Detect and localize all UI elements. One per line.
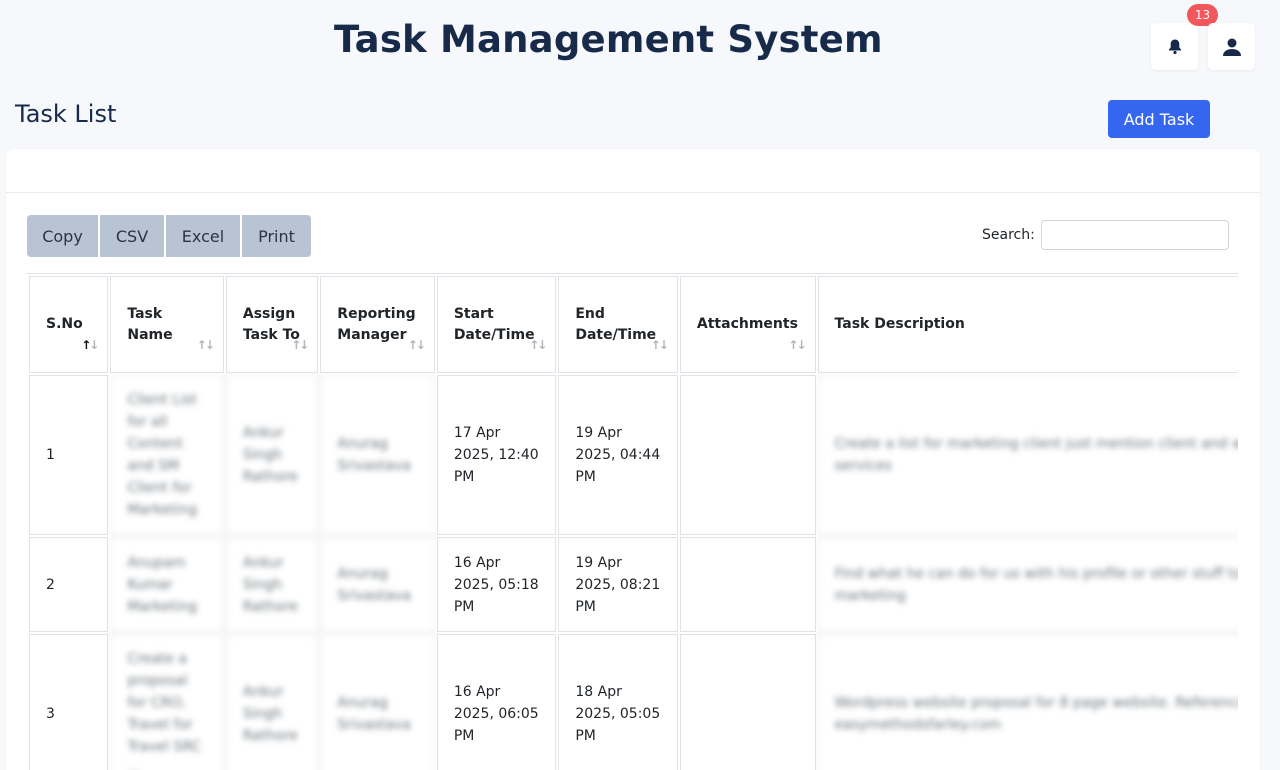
column-header-assign-to[interactable]: Assign Task To ↑↓: [225, 276, 319, 373]
cell-manager: Anurag Srivastava: [320, 537, 435, 632]
column-label: End Date/Time: [575, 305, 657, 343]
cell-sno: 1: [29, 375, 109, 535]
table-header-row: S.No ↑↓ Task Name ↑↓ Assign Task To ↑↓ R…: [29, 276, 1238, 373]
cell-sno: 2: [29, 537, 109, 632]
column-header-description[interactable]: Task Description: [817, 276, 1238, 373]
cell-start: 17 Apr 2025, 12:40 PM: [436, 375, 557, 535]
table-row[interactable]: 3 Create a proposal for CRO, Travel for …: [29, 634, 1238, 770]
search-area: Search:: [982, 220, 1229, 250]
add-task-button[interactable]: Add Task: [1108, 100, 1210, 138]
column-header-attachments[interactable]: Attachments ↑↓: [679, 276, 816, 373]
cell-attachments: [679, 375, 816, 535]
cell-assign-to: Ankur Singh Rathore: [225, 537, 319, 632]
bell-icon: [1168, 39, 1181, 55]
app-root: Task Management System 1 3 Task List Add …: [0, 0, 1280, 770]
cell-start: 16 Apr 2025, 06:05 PM: [436, 634, 557, 770]
cell-assign-to: Ankur Singh Rathore: [225, 634, 319, 770]
column-label: Start Date/Time: [453, 305, 535, 343]
sort-icon[interactable]: ↑↓: [788, 335, 806, 356]
column-label: S.No: [46, 316, 83, 332]
column-header-reporting-manager[interactable]: Reporting Manager ↑↓: [320, 276, 435, 373]
csv-button[interactable]: CSV: [100, 215, 164, 257]
page-title: Task List: [15, 100, 117, 128]
app-title: Task Management System: [334, 18, 883, 61]
sort-icon[interactable]: ↑↓: [408, 335, 426, 356]
cell-description: Wordpress website proposal for 8 page we…: [817, 634, 1238, 770]
cell-end: 18 Apr 2025, 05:05 PM: [558, 634, 678, 770]
cell-end: 19 Apr 2025, 04:44 PM: [558, 375, 678, 535]
cell-start: 16 Apr 2025, 05:18 PM: [436, 537, 557, 632]
task-table: S.No ↑↓ Task Name ↑↓ Assign Task To ↑↓ R…: [27, 274, 1238, 770]
cell-manager: Anurag Srivastava: [320, 634, 435, 770]
sort-icon[interactable]: ↑↓: [529, 335, 547, 356]
excel-button[interactable]: Excel: [166, 215, 240, 257]
cell-attachments: [679, 634, 816, 770]
cell-description: Find what he can do for us with his prof…: [817, 537, 1238, 632]
export-buttons: Copy CSV Excel Print: [27, 215, 311, 257]
sort-icon[interactable]: ↑↓: [651, 335, 669, 356]
cell-sno: 3: [29, 634, 109, 770]
cell-task-name: Anupam Kumar Marketing: [110, 537, 224, 632]
cell-task-name: Client List for all Content and SM Clien…: [110, 375, 224, 535]
cell-manager: Anurag Srivastava: [320, 375, 435, 535]
cell-attachments: [679, 537, 816, 632]
column-header-task-name[interactable]: Task Name ↑↓: [110, 276, 224, 373]
search-label: Search:: [982, 227, 1035, 243]
sort-icon[interactable]: ↑↓: [81, 335, 99, 356]
card-header: [6, 149, 1260, 193]
column-label: Reporting Manager: [337, 305, 416, 343]
column-header-sno[interactable]: S.No ↑↓: [29, 276, 109, 373]
cell-task-name: Create a proposal for CRO, Travel for Tr…: [110, 634, 224, 770]
cell-end: 19 Apr 2025, 08:21 PM: [558, 537, 678, 632]
table-row[interactable]: 2 Anupam Kumar Marketing Ankur Singh Rat…: [29, 537, 1238, 632]
print-button[interactable]: Print: [242, 215, 311, 257]
task-table-wrapper: S.No ↑↓ Task Name ↑↓ Assign Task To ↑↓ R…: [27, 273, 1238, 770]
cell-description: Create a list for marketing client just …: [817, 375, 1238, 535]
user-profile-button[interactable]: [1208, 23, 1255, 70]
task-card: Copy CSV Excel Print Search: S.No ↑↓ Tas…: [6, 149, 1260, 770]
table-row[interactable]: 1 Client List for all Content and SM Cli…: [29, 375, 1238, 535]
column-label: Task Description: [834, 316, 965, 332]
sort-icon[interactable]: ↑↓: [197, 335, 215, 356]
user-icon: [1222, 38, 1241, 56]
column-header-start[interactable]: Start Date/Time ↑↓: [436, 276, 557, 373]
column-header-end[interactable]: End Date/Time ↑↓: [558, 276, 678, 373]
column-label: Attachments: [696, 316, 798, 332]
cell-assign-to: Ankur Singh Rathore: [225, 375, 319, 535]
notifications-button[interactable]: [1151, 23, 1198, 70]
copy-button[interactable]: Copy: [27, 215, 98, 257]
sort-icon[interactable]: ↑↓: [291, 335, 309, 356]
column-label: Task Name: [127, 305, 173, 343]
search-input[interactable]: [1040, 220, 1229, 250]
